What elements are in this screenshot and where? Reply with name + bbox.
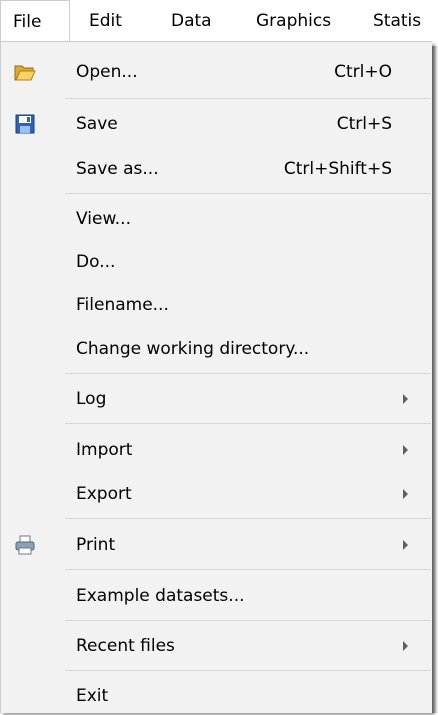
floppy-disk-icon [15, 114, 35, 134]
menu-separator [65, 569, 431, 570]
menu-item-exit[interactable]: Exit [1, 677, 432, 715]
menu-statistics[interactable]: Statis [373, 0, 421, 42]
menu-edit[interactable]: Edit [89, 0, 122, 42]
menu-item-label: Example datasets... [76, 586, 245, 606]
menu-item-change-working-directory[interactable]: Change working directory... [1, 330, 432, 368]
submenu-arrow-icon [403, 489, 408, 499]
menu-item-label: Change working directory... [76, 339, 310, 359]
menu-item-label: View... [76, 209, 131, 229]
menu-shadow [432, 46, 438, 713]
menu-separator [65, 670, 431, 671]
menu-item-open[interactable]: Open... Ctrl+O [1, 53, 432, 91]
menu-separator [65, 518, 431, 519]
folder-open-icon [14, 65, 36, 81]
menu-item-save-as[interactable]: Save as... Ctrl+Shift+S [1, 150, 432, 188]
menu-item-recent-files[interactable]: Recent files [1, 627, 432, 665]
menu-item-shortcut: Ctrl+Shift+S [283, 159, 392, 179]
menu-separator [65, 620, 431, 621]
submenu-arrow-icon [403, 394, 408, 404]
menu-item-filename[interactable]: Filename... [1, 286, 432, 324]
menu-item-label: Log [76, 389, 107, 409]
submenu-arrow-icon [403, 540, 408, 550]
menu-item-label: Exit [76, 686, 109, 706]
menu-separator [65, 423, 431, 424]
menu-item-print[interactable]: Print [1, 526, 432, 564]
menu-item-log[interactable]: Log [1, 380, 432, 418]
menu-item-example-datasets[interactable]: Example datasets... [1, 577, 432, 615]
printer-icon [15, 535, 35, 555]
file-menu-dropdown: Open... Ctrl+O Save Ctrl+S Save as... Ct… [0, 41, 432, 713]
menu-item-label: Do... [76, 252, 116, 272]
menu-separator [65, 193, 431, 194]
menu-item-do[interactable]: Do... [1, 243, 432, 281]
menu-separator [65, 373, 431, 374]
menu-item-save[interactable]: Save Ctrl+S [1, 105, 432, 143]
menu-separator [65, 98, 431, 99]
menu-item-shortcut: Ctrl+O [334, 62, 392, 82]
submenu-arrow-icon [403, 641, 408, 651]
menu-item-label: Filename... [76, 295, 169, 315]
menu-item-shortcut: Ctrl+S [336, 114, 392, 134]
menu-item-label: Save [76, 114, 118, 134]
menu-item-label: Open... [76, 62, 138, 82]
submenu-arrow-icon [403, 445, 408, 455]
menu-item-label: Import [76, 440, 133, 460]
menu-graphics[interactable]: Graphics [256, 0, 331, 42]
menu-item-label: Print [76, 535, 116, 555]
menu-item-label: Export [76, 484, 132, 504]
menu-item-export[interactable]: Export [1, 475, 432, 513]
menu-item-import[interactable]: Import [1, 431, 432, 469]
menu-file[interactable]: File [0, 0, 70, 42]
menu-item-view[interactable]: View... [1, 200, 432, 238]
menu-bar: File Edit Data Graphics Statis [0, 0, 438, 42]
menu-item-label: Save as... [76, 159, 159, 179]
menu-data[interactable]: Data [171, 0, 212, 42]
menu-item-label: Recent files [76, 636, 175, 656]
